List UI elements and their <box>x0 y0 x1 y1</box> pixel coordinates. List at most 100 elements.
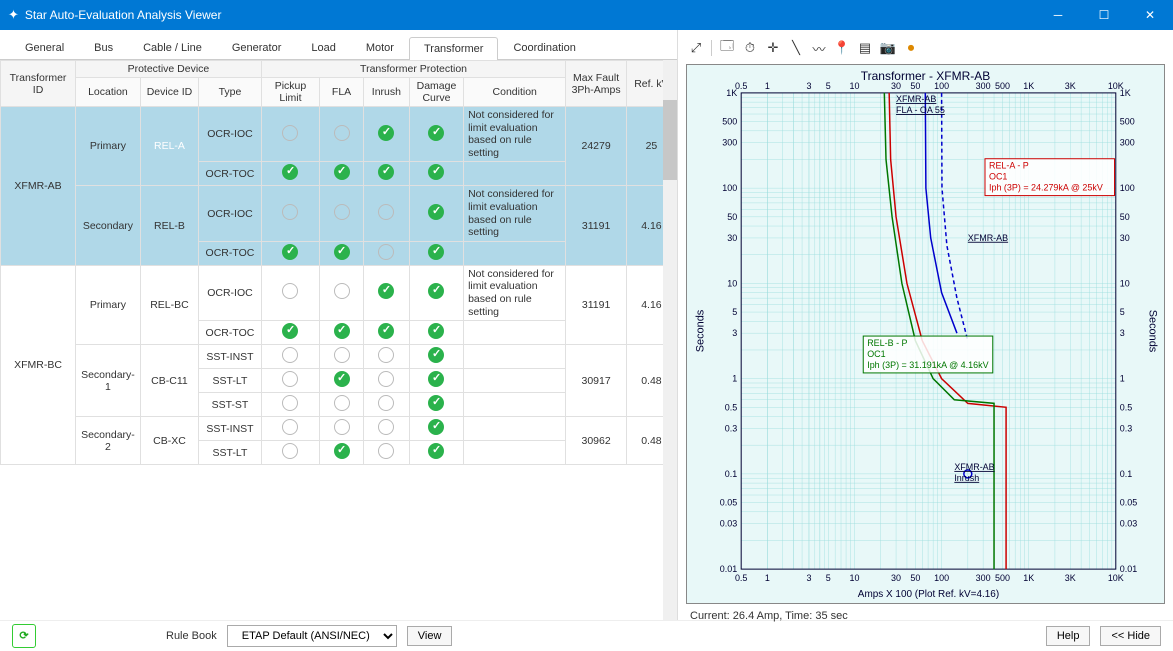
check-icon <box>334 395 350 411</box>
cell-flag <box>261 345 319 369</box>
table-row[interactable]: SecondaryREL-BOCR-IOCNot considered for … <box>1 186 677 241</box>
check-icon <box>378 443 394 459</box>
cell-type: SST-LT <box>199 441 262 465</box>
svg-text:Inrush: Inrush <box>954 473 979 483</box>
col-location[interactable]: Location <box>76 78 141 107</box>
table-row[interactable]: Secondary-1CB-C11SST-INST309170.48 <box>1 345 677 369</box>
col-damage[interactable]: Damage Curve <box>409 78 463 107</box>
check-icon <box>282 371 298 387</box>
view-button[interactable]: View <box>407 626 453 646</box>
cell-flag <box>261 162 319 186</box>
tab-load[interactable]: Load <box>296 36 350 59</box>
hide-button[interactable]: << Hide <box>1100 626 1161 646</box>
svg-text:500: 500 <box>1120 117 1135 127</box>
camera-icon[interactable]: 📷 <box>878 38 898 58</box>
cell-condition <box>464 417 566 441</box>
col-type[interactable]: Type <box>199 78 262 107</box>
cell-location: Secondary-2 <box>76 417 141 465</box>
col-condition[interactable]: Condition <box>464 78 566 107</box>
close-button[interactable]: ✕ <box>1127 0 1173 30</box>
crosshair-icon[interactable]: ✛ <box>763 38 783 58</box>
zoom-extents-icon[interactable]: ⤢ <box>686 38 706 58</box>
svg-text:10: 10 <box>850 573 860 583</box>
svg-text:10: 10 <box>1120 278 1130 288</box>
cell-flag <box>363 393 409 417</box>
cell-type: SST-INST <box>199 417 262 441</box>
check-icon <box>428 347 444 363</box>
tcc-chart[interactable]: Transformer - XFMR-AB 0.50.5113355101030… <box>686 64 1165 604</box>
title-bar: ✦ Star Auto-Evaluation Analysis Viewer ─… <box>0 0 1173 30</box>
cell-flag <box>363 162 409 186</box>
cell-type: SST-ST <box>199 393 262 417</box>
svg-text:0.1: 0.1 <box>725 469 737 479</box>
minimize-button[interactable]: ─ <box>1035 0 1081 30</box>
svg-text:FLA - OA 55: FLA - OA 55 <box>896 105 945 115</box>
check-icon <box>334 283 350 299</box>
svg-text:5: 5 <box>732 307 737 317</box>
cell-condition: Not considered for limit evaluation base… <box>464 265 566 320</box>
tab-generator[interactable]: Generator <box>217 36 297 59</box>
cell-location: Secondary-1 <box>76 345 141 417</box>
col-pickup[interactable]: Pickup Limit <box>261 78 319 107</box>
cell-device-id: REL-B <box>140 186 198 265</box>
chart-status: Current: 26.4 Amp, Time: 35 sec <box>686 604 1165 622</box>
cell-flag <box>363 417 409 441</box>
cell-type: OCR-TOC <box>199 321 262 345</box>
tab-motor[interactable]: Motor <box>351 36 409 59</box>
help-button[interactable]: Help <box>1046 626 1091 646</box>
svg-text:300: 300 <box>976 573 991 583</box>
options-icon[interactable]: 🗔 <box>717 38 737 58</box>
table-row[interactable]: Secondary-2CB-XCSST-INST309620.48 <box>1 417 677 441</box>
svg-text:300: 300 <box>1120 138 1135 148</box>
col-fla[interactable]: FLA <box>320 78 364 107</box>
cell-flag <box>409 265 463 320</box>
app-icon: ✦ <box>8 7 19 23</box>
chart-icon[interactable]: ▤ <box>855 38 875 58</box>
tab-transformer[interactable]: Transformer <box>409 37 499 60</box>
svg-text:0.5: 0.5 <box>735 573 747 583</box>
clock-icon[interactable]: ⏱ <box>740 38 760 58</box>
cell-condition <box>464 369 566 393</box>
svg-text:500: 500 <box>722 117 737 127</box>
pin-icon[interactable]: 📍 <box>832 38 852 58</box>
window-title: Star Auto-Evaluation Analysis Viewer <box>25 8 1035 22</box>
svg-text:Seconds: Seconds <box>694 309 706 352</box>
svg-text:1: 1 <box>1120 374 1125 384</box>
scrollbar-thumb[interactable] <box>663 100 677 180</box>
cell-flag <box>261 241 319 265</box>
refresh-icon: ⟳ <box>19 629 28 642</box>
cell-flag <box>363 107 409 162</box>
colgrp-protection: Transformer Protection <box>261 61 566 78</box>
svg-text:Iph (3P) = 24.279kA @ 25kV: Iph (3P) = 24.279kA @ 25kV <box>989 183 1103 193</box>
ruler-icon[interactable]: ╲ <box>786 38 806 58</box>
svg-text:0.05: 0.05 <box>1120 498 1137 508</box>
cell-flag <box>409 441 463 465</box>
cell-device-id: CB-C11 <box>140 345 198 417</box>
cell-max-fault: 30917 <box>566 345 627 417</box>
col-device-id[interactable]: Device ID <box>140 78 198 107</box>
col-max-fault[interactable]: Max Fault 3Ph-Amps <box>566 61 627 107</box>
cell-location: Secondary <box>76 186 141 265</box>
cell-type: OCR-TOC <box>199 162 262 186</box>
curve-tool-icon[interactable]: 〰 <box>809 38 829 58</box>
rule-book-select[interactable]: ETAP Default (ANSI/NEC) <box>227 625 397 647</box>
col-inrush[interactable]: Inrush <box>363 78 409 107</box>
transformer-grid[interactable]: Transformer ID Protective Device Transfo… <box>0 60 677 465</box>
svg-text:XFMR-AB: XFMR-AB <box>954 462 994 472</box>
check-icon <box>378 244 394 260</box>
tab-bus[interactable]: Bus <box>79 36 128 59</box>
table-row[interactable]: XFMR-BCPrimaryREL-BCOCR-IOCNot considere… <box>1 265 677 320</box>
col-transformer-id[interactable]: Transformer ID <box>1 61 76 107</box>
cell-condition: Not considered for limit evaluation base… <box>464 186 566 241</box>
svg-text:30: 30 <box>891 573 901 583</box>
tab-cable-line[interactable]: Cable / Line <box>128 36 217 59</box>
tab-general[interactable]: General <box>10 36 79 59</box>
maximize-button[interactable]: ☐ <box>1081 0 1127 30</box>
cell-flag <box>409 393 463 417</box>
refresh-button[interactable]: ⟳ <box>12 624 36 648</box>
table-row[interactable]: XFMR-ABPrimaryREL-AOCR-IOCNot considered… <box>1 107 677 162</box>
tab-coordination[interactable]: Coordination <box>498 36 590 59</box>
check-icon <box>428 125 444 141</box>
record-icon[interactable]: ⏺ <box>901 38 921 58</box>
svg-text:0.5: 0.5 <box>1120 402 1132 412</box>
